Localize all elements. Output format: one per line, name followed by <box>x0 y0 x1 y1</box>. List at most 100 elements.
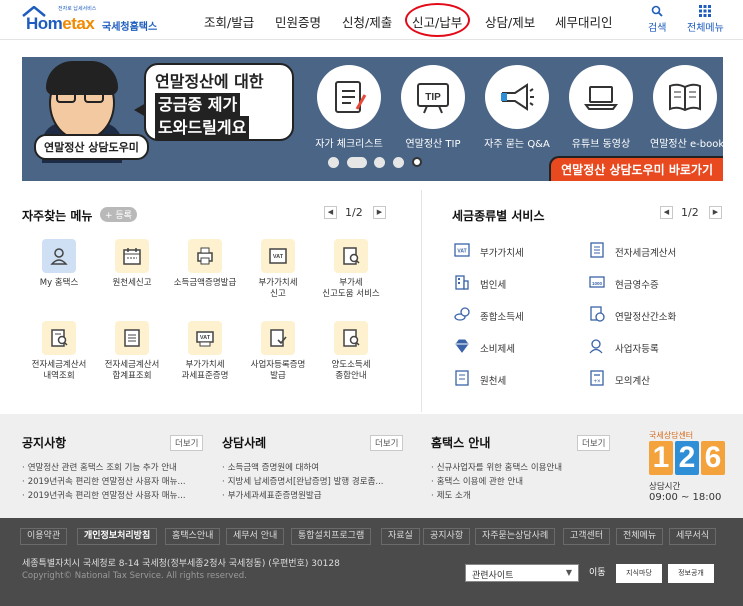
guide-item[interactable]: 신규사업자를 위한 홈택스 이용안내 <box>431 461 562 473</box>
all-menu-button[interactable]: 전체메뉴 <box>687 5 724 34</box>
checklist-icon <box>335 81 367 113</box>
speech-bubble: 연말정산에 대한 궁금증 제가 도와드릴게요 <box>134 63 294 141</box>
hometax-logo[interactable]: 전자로 납세서비스 Hometax 국세청홈택스 <box>22 5 162 33</box>
tip-icon: TIP <box>417 83 449 114</box>
nav-tax-agent[interactable]: 세무대리인 <box>555 12 613 31</box>
document-icon <box>455 370 469 386</box>
footer-link-office[interactable]: 세무서 안내 <box>226 528 285 545</box>
search-button[interactable]: 검색 <box>648 5 666 34</box>
calculator-icon: +× <box>590 370 604 386</box>
chevron-down-icon: ▼ <box>565 568 572 577</box>
notice-item[interactable]: 2019년귀속 편리한 연말정산 사용자 매뉴... <box>22 475 186 487</box>
footer-link-all-menu[interactable]: 전체메뉴 <box>616 528 664 545</box>
notice-title: 공지사항 <box>22 436 67 450</box>
consult-item[interactable]: 부가세과세표준증명원발급 <box>222 489 322 501</box>
footer-link-support[interactable]: 고객센터 <box>563 528 611 545</box>
slide-dot[interactable] <box>328 157 339 168</box>
cc-digit: 1 <box>649 441 673 475</box>
pause-button[interactable] <box>412 157 422 167</box>
helper-shortcut-button[interactable]: 연말정산 상담도우미 바로가기 <box>549 156 723 181</box>
fav-einvoice-summary[interactable]: 전자세금계산서 합계표조회 <box>92 321 172 382</box>
hours-label: 상담시간 <box>649 482 681 492</box>
vat-icon: VAT <box>269 248 287 264</box>
guide-item[interactable]: 홈택스 이용에 관한 안내 <box>431 475 523 487</box>
footer-link-guide[interactable]: 홈택스안내 <box>165 528 221 545</box>
info-open-badge[interactable]: 정보공개 <box>668 564 714 583</box>
consult-cases-title: 상담사례 <box>222 436 267 450</box>
call-center-label: 국세상담센터 <box>649 431 694 440</box>
consult-item[interactable]: 지방세 납세증명서[완납증명] 발행 경로좀... <box>222 475 384 487</box>
coins-icon <box>454 307 470 321</box>
vat-icon: VAT <box>454 243 470 257</box>
related-site-select[interactable]: 관련사이트 ▼ <box>465 564 579 582</box>
consult-more-button[interactable]: 더보기 <box>370 435 404 451</box>
footer-link-library[interactable]: 자료실 <box>381 528 420 545</box>
logo-tagline: 전자로 납세서비스 <box>58 6 97 12</box>
search-icon <box>648 5 666 19</box>
highlight-circle <box>405 3 470 37</box>
go-button[interactable]: 이동 <box>584 564 611 582</box>
guide-item[interactable]: 제도 소개 <box>431 489 471 501</box>
tax-services-title: 세금종류별 서비스 <box>452 209 545 223</box>
checklist-link[interactable]: 자가 체크리스트 <box>314 65 384 150</box>
fav-vat-help[interactable]: 부가세 신고도움 서비스 <box>311 239 391 300</box>
footer-link-terms[interactable]: 이용약관 <box>20 528 68 545</box>
slide-dot[interactable] <box>374 157 385 168</box>
nav-inquiry[interactable]: 조회/발급 <box>204 12 254 31</box>
cc-digit: 6 <box>701 441 725 475</box>
nav-civil[interactable]: 민원증명 <box>275 12 321 31</box>
all-menu-label: 전체메뉴 <box>687 23 724 34</box>
youtube-link[interactable]: 유튜브 동영상 <box>566 65 636 150</box>
next-arrow-icon[interactable]: ▶ <box>373 206 386 219</box>
person-icon <box>50 248 68 265</box>
printer-icon <box>197 247 213 265</box>
hours-value: 09:00 ~ 18:00 <box>649 492 722 503</box>
calendar-icon <box>123 248 141 265</box>
footer-link-installer[interactable]: 통합설치프로그램 <box>291 528 372 545</box>
notice-item[interactable]: 2019년귀속 편리한 연말정산 사용자 매뉴... <box>22 489 186 501</box>
prev-arrow-icon[interactable]: ◀ <box>324 206 337 219</box>
notice-area: 공지사항 더보기 연말정산 관련 홈택스 조회 기능 추가 안내 2019년귀속… <box>0 414 743 518</box>
fav-biz-reg-cert[interactable]: 사업자등록증명 발급 <box>238 321 318 382</box>
nav-apply[interactable]: 신청/제출 <box>342 12 392 31</box>
next-arrow-icon[interactable]: ▶ <box>709 206 722 219</box>
doc-search-icon <box>51 329 68 347</box>
guide-more-button[interactable]: 더보기 <box>577 435 611 451</box>
footer-link-privacy[interactable]: 개인정보처리방침 <box>77 528 158 545</box>
fav-income-cert[interactable]: 소득금액증명발급 <box>165 239 245 289</box>
knowledge-badge[interactable]: 지식마당 <box>616 564 662 583</box>
svg-text:VAT: VAT <box>200 335 211 341</box>
notice-more-button[interactable]: 더보기 <box>170 435 204 451</box>
user-search-icon <box>589 339 603 354</box>
qa-link[interactable]: 자주 묻는 Q&A <box>482 65 552 150</box>
nav-consult[interactable]: 상담/제보 <box>485 12 535 31</box>
footer-link-faq[interactable]: 자주묻는상담사례 <box>475 528 556 545</box>
hometax-guide-title: 홈택스 안내 <box>431 436 491 450</box>
notice-item[interactable]: 연말정산 관련 홈택스 조회 기능 추가 안내 <box>22 461 177 473</box>
panel-divider <box>421 190 422 412</box>
consult-item[interactable]: 소득금액 증명원에 대하여 <box>222 461 319 473</box>
footer-link-forms[interactable]: 세무서식 <box>669 528 717 545</box>
fav-vat-report[interactable]: VAT 부가가치세 신고 <box>238 239 318 300</box>
fav-vat-base-cert[interactable]: VAT 부가가치세 과세표준증명 <box>165 321 245 382</box>
fav-transfer-tax[interactable]: 양도소득세 종합안내 <box>311 321 391 382</box>
register-button[interactable]: + 등록 <box>100 207 137 222</box>
prev-arrow-icon[interactable]: ◀ <box>660 206 673 219</box>
ebook-link[interactable]: 연말정산 e-book <box>650 65 723 150</box>
slide-dot[interactable] <box>393 157 404 168</box>
fav-einvoice-history[interactable]: 전자세금계산서 내역조회 <box>19 321 99 382</box>
tax-services-page: 1/2 <box>681 206 699 219</box>
fav-withholding[interactable]: 원천세신고 <box>92 239 172 289</box>
svg-text:1000: 1000 <box>592 281 603 286</box>
footer-address: 세종특별자치시 국세청로 8-14 국세청(정부세종2청사 국세청동) (우편번… <box>22 559 340 569</box>
laptop-icon <box>584 86 618 110</box>
year-end-banner[interactable]: 연말정산 상담도우미 연말정산에 대한 궁금증 제가 도와드릴게요 자가 체크리… <box>22 57 723 181</box>
fav-my-hometax[interactable]: My 홈택스 <box>19 239 99 289</box>
slide-dot-active[interactable] <box>347 157 367 168</box>
tip-link[interactable]: TIP 연말정산 TIP <box>398 65 468 150</box>
footer-link-notice[interactable]: 공지사항 <box>423 528 471 545</box>
doc-check-icon <box>270 329 287 347</box>
call-center-badge: 국세상담센터 1 2 6 상담시간 09:00 ~ 18:00 <box>647 430 727 510</box>
bubble-line-3: 도와드릴게요 <box>155 116 250 139</box>
call-center-number: 1 2 6 <box>649 441 725 475</box>
